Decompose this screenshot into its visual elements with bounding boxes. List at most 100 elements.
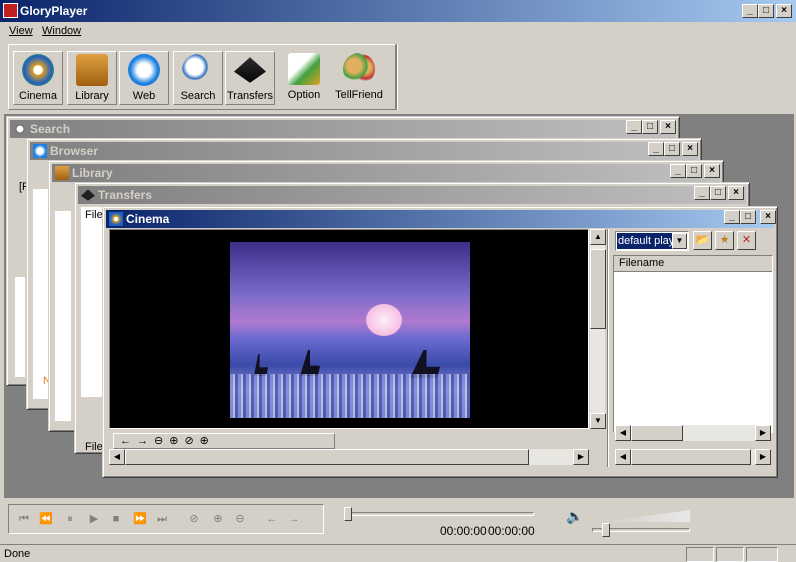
scroll-left-button[interactable]: ◀ bbox=[615, 425, 631, 441]
library-maximize[interactable]: □ bbox=[686, 164, 702, 178]
toolbar-library-button[interactable]: Library bbox=[67, 51, 117, 105]
close-button[interactable]: × bbox=[776, 4, 792, 18]
zoom-out-icon[interactable]: ⊖ bbox=[229, 509, 251, 529]
video-horizontal-scrollbar[interactable]: ◀ ▶ bbox=[109, 449, 589, 465]
browser-close[interactable]: × bbox=[682, 142, 698, 156]
time-total: 00:00:00 bbox=[488, 524, 535, 538]
browser-panel bbox=[33, 189, 49, 399]
web-icon bbox=[128, 54, 160, 86]
video-display[interactable] bbox=[109, 229, 589, 429]
scroll-right-button[interactable]: ▶ bbox=[755, 425, 771, 441]
zoom-in-icon[interactable]: ⊕ bbox=[169, 435, 184, 447]
toolbar-option-button[interactable]: Option bbox=[279, 51, 329, 105]
maximize-button[interactable]: □ bbox=[758, 4, 774, 18]
status-text: Done bbox=[4, 548, 31, 560]
library-window-titlebar[interactable]: Library bbox=[52, 164, 720, 182]
delete-playlist-button[interactable]: ✕ bbox=[737, 231, 756, 250]
browser-maximize[interactable]: □ bbox=[664, 142, 680, 156]
next-arrow-icon[interactable]: → bbox=[283, 509, 305, 529]
balance-thumb[interactable] bbox=[602, 523, 610, 537]
new-playlist-button[interactable]: ★ bbox=[715, 231, 734, 250]
library-tree[interactable] bbox=[55, 211, 71, 421]
hscroll-thumb[interactable] bbox=[125, 449, 529, 465]
library-icon bbox=[76, 54, 108, 86]
search-minimize[interactable]: _ bbox=[626, 120, 642, 134]
filename-column-header[interactable]: Filename bbox=[614, 256, 772, 272]
library-minimize[interactable]: _ bbox=[670, 164, 686, 178]
cinema-minimize[interactable]: _ bbox=[724, 210, 740, 224]
cinema-window: Cinema ▲ ▼ ←→⊖⊕⊘⊕ ◀ ▶ default play ▼ 📂 ★… bbox=[102, 206, 778, 478]
rewind-icon[interactable]: ⏪ bbox=[35, 509, 57, 529]
status-bar: Done bbox=[0, 544, 796, 562]
app-title-bar: GloryPlayer _ □ × bbox=[0, 0, 796, 22]
cinema-window-titlebar[interactable]: Cinema bbox=[106, 210, 774, 228]
scroll-left-button[interactable]: ◀ bbox=[615, 449, 631, 465]
back-icon[interactable]: ← bbox=[120, 435, 137, 447]
toolbar-web-button[interactable]: Web bbox=[119, 51, 169, 105]
library-close[interactable]: × bbox=[704, 164, 720, 178]
scroll-up-button[interactable]: ▲ bbox=[590, 229, 606, 245]
transfers-column-header: File bbox=[85, 209, 103, 221]
prev-arrow-icon[interactable]: ← bbox=[261, 509, 283, 529]
cinema-close[interactable]: × bbox=[760, 210, 776, 224]
menu-window[interactable]: Window bbox=[42, 25, 81, 37]
scroll-thumb[interactable] bbox=[590, 249, 606, 329]
search-maximize[interactable]: □ bbox=[642, 120, 658, 134]
pause-icon[interactable]: ⏸ bbox=[59, 509, 81, 529]
volume-level[interactable] bbox=[604, 510, 690, 522]
skip-end-icon[interactable]: ⏭ bbox=[151, 509, 173, 529]
search-close[interactable]: × bbox=[660, 120, 676, 134]
skip-start-icon[interactable]: ⏮ bbox=[13, 509, 35, 529]
playlist-hscroll-thumb[interactable] bbox=[631, 425, 683, 441]
scroll-left-button[interactable]: ◀ bbox=[109, 449, 125, 465]
boat bbox=[254, 354, 268, 376]
view-toolbar: ←→⊖⊕⊘⊕ bbox=[113, 433, 335, 449]
status-pane bbox=[716, 547, 744, 562]
fast-forward-icon[interactable]: ⏩ bbox=[129, 509, 151, 529]
video-vertical-scrollbar[interactable]: ▲ ▼ bbox=[589, 229, 606, 429]
seek-track[interactable] bbox=[346, 512, 534, 516]
scroll-right-button[interactable]: ▶ bbox=[755, 449, 771, 465]
playlist-hscroll2-thumb[interactable] bbox=[631, 449, 751, 465]
playlist-select[interactable]: default play ▼ bbox=[615, 231, 689, 251]
transfers-window-titlebar[interactable]: Transfers bbox=[78, 186, 746, 204]
play-icon[interactable]: ▶ bbox=[83, 509, 105, 529]
playlist-hscroll-2[interactable]: ◀ ▶ bbox=[615, 449, 771, 465]
open-playlist-button[interactable]: 📂 bbox=[693, 231, 712, 250]
cinema-icon bbox=[22, 54, 54, 86]
fit-icon[interactable]: ⊕ bbox=[200, 435, 215, 447]
transfers-icon bbox=[234, 57, 266, 83]
forward-icon[interactable]: → bbox=[137, 435, 154, 447]
search-checkbox-list[interactable] bbox=[15, 277, 25, 377]
zoom-fit-icon[interactable]: ⊘ bbox=[183, 509, 205, 529]
search-window-titlebar[interactable]: Search bbox=[10, 120, 676, 138]
scroll-right-button[interactable]: ▶ bbox=[573, 449, 589, 465]
stop-icon[interactable]: ■ bbox=[105, 509, 127, 529]
chevron-down-icon[interactable]: ▼ bbox=[672, 233, 687, 249]
rotate-icon[interactable]: ⊘ bbox=[184, 435, 199, 447]
minimize-button[interactable]: _ bbox=[742, 4, 758, 18]
zoom-out-icon[interactable]: ⊖ bbox=[154, 435, 169, 447]
transfers-close[interactable]: × bbox=[728, 186, 744, 200]
transfers-maximize[interactable]: □ bbox=[710, 186, 726, 200]
browser-minimize[interactable]: _ bbox=[648, 142, 664, 156]
playlist-panel[interactable]: Filename bbox=[613, 255, 773, 433]
zoom-in-icon[interactable]: ⊕ bbox=[207, 509, 229, 529]
app-icon bbox=[3, 3, 18, 18]
toolbar-cinema-button[interactable]: Cinema bbox=[13, 51, 63, 105]
scroll-down-button[interactable]: ▼ bbox=[590, 413, 606, 429]
menu-view[interactable]: View bbox=[9, 25, 33, 37]
transfers-minimize[interactable]: _ bbox=[694, 186, 710, 200]
time-current: 00:00:00 bbox=[440, 524, 487, 538]
playlist-hscroll[interactable]: ◀ ▶ bbox=[615, 425, 771, 441]
status-pane bbox=[746, 547, 778, 562]
cinema-maximize[interactable]: □ bbox=[740, 210, 756, 224]
toolbar-search-button[interactable]: Search bbox=[173, 51, 223, 105]
browser-window-titlebar[interactable]: Browser bbox=[30, 142, 698, 160]
menu-bar: View Window bbox=[0, 22, 796, 40]
toolbar-transfers-button[interactable]: Transfers bbox=[225, 51, 275, 105]
toolbar-tellfriend-button[interactable]: TellFriend bbox=[331, 51, 387, 105]
speaker-icon[interactable]: 🔈 bbox=[566, 508, 583, 525]
seek-thumb[interactable] bbox=[344, 507, 352, 521]
splitter[interactable] bbox=[607, 229, 609, 467]
